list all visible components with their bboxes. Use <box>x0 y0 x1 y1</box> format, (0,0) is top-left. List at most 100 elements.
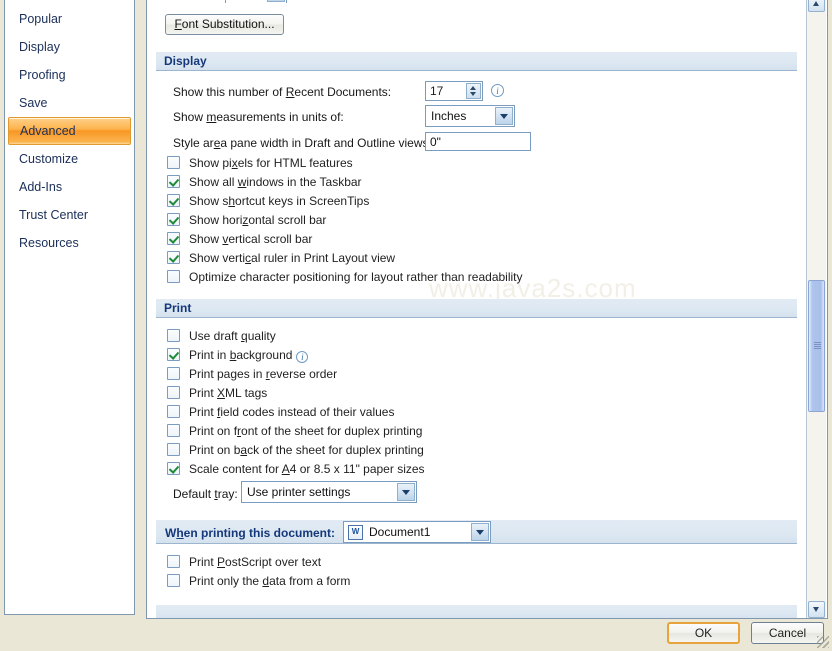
sidebar-item-trust-center[interactable]: Trust Center <box>5 201 134 229</box>
checkbox-box[interactable] <box>167 348 180 361</box>
checkbox-show-pixels-html[interactable]: Show pixels for HTML features <box>167 156 353 170</box>
cancel-button-label: Cancel <box>768 626 807 640</box>
checkbox-box[interactable] <box>167 251 180 264</box>
checkbox-label: Show vertical ruler in Print Layout view <box>189 251 396 265</box>
checkbox-label: Show all windows in the Taskbar <box>189 175 362 189</box>
when-printing-document-value: Document1 <box>369 525 431 539</box>
checkbox-box[interactable] <box>167 574 180 587</box>
scroll-content: www.java2s.com Size: 10 Font Substitutio… <box>147 0 807 618</box>
checkbox-print-front-duplex[interactable]: Print on front of the sheet for duplex p… <box>167 424 422 438</box>
checkbox-box[interactable] <box>167 270 180 283</box>
section-header-display: Display <box>156 52 797 71</box>
recent-documents-value: 17 <box>430 84 444 98</box>
checkbox-box[interactable] <box>167 213 180 226</box>
ok-button[interactable]: OK <box>667 622 740 644</box>
section-header-print: Print <box>156 299 797 318</box>
sidebar-nav: Popular Display Proofing Save Advanced C… <box>4 0 135 615</box>
sidebar-item-save[interactable]: Save <box>5 89 134 117</box>
measurement-units-combo[interactable]: Inches <box>425 105 515 127</box>
style-area-pane-label: Style area pane width in Draft and Outli… <box>173 136 432 150</box>
checkbox-label: Print pages in reverse order <box>189 367 338 381</box>
resize-grip-icon[interactable] <box>817 636 829 648</box>
scrollbar-thumb[interactable] <box>808 280 825 412</box>
checkbox-print-back-duplex[interactable]: Print on back of the sheet for duplex pr… <box>167 443 424 457</box>
measurement-units-value: Inches <box>431 109 467 123</box>
sidebar-item-advanced[interactable]: Advanced <box>8 117 131 145</box>
chevron-down-icon[interactable] <box>397 483 415 501</box>
ok-button-label: OK <box>694 626 713 640</box>
checkbox-use-draft-quality[interactable]: Use draft quality <box>167 329 276 343</box>
sidebar-item-label: Popular <box>19 12 63 26</box>
sidebar-item-label: Customize <box>19 152 79 166</box>
sidebar-item-display[interactable]: Display <box>5 33 134 61</box>
checkbox-scale-content-a4[interactable]: Scale content for A4 or 8.5 x 11" paper … <box>167 462 425 476</box>
style-area-pane-value: 0" <box>430 135 441 149</box>
checkbox-box[interactable] <box>167 232 180 245</box>
section-header-next-clipped <box>156 605 797 618</box>
checkbox-box[interactable] <box>167 424 180 437</box>
checkbox-label: Print in background <box>189 348 293 362</box>
sidebar-item-proofing[interactable]: Proofing <box>5 61 134 89</box>
sidebar-item-label: Display <box>19 40 60 54</box>
checkbox-show-vertical-ruler[interactable]: Show vertical ruler in Print Layout view <box>167 251 395 265</box>
font-size-row-clipped: Size: 10 <box>147 0 807 3</box>
checkbox-optimize-character-positioning[interactable]: Optimize character positioning for layou… <box>167 270 523 284</box>
spinner-arrows[interactable] <box>466 83 481 99</box>
checkbox-label: Print XML tags <box>189 386 268 400</box>
checkbox-show-vertical-scroll-bar[interactable]: Show vertical scroll bar <box>167 232 312 246</box>
checkbox-print-only-data-from-form[interactable]: Print only the data from a form <box>167 574 350 588</box>
checkbox-print-reverse-order[interactable]: Print pages in reverse order <box>167 367 337 381</box>
font-size-combo[interactable]: 10 <box>225 0 287 3</box>
checkbox-label: Use draft quality <box>189 329 276 343</box>
checkbox-label: Print on front of the sheet for duplex p… <box>189 424 423 438</box>
grip-icon <box>814 342 821 350</box>
checkbox-box[interactable] <box>167 462 180 475</box>
when-printing-document-combo[interactable]: Document1 <box>343 521 491 543</box>
font-size-label: Size: <box>183 0 210 2</box>
style-area-pane-input[interactable]: 0" <box>425 132 531 151</box>
font-substitution-button[interactable]: Font Substitution... <box>165 14 284 35</box>
vertical-scrollbar[interactable] <box>806 0 826 618</box>
recent-documents-spinner[interactable]: 17 <box>425 81 483 101</box>
scroll-down-button[interactable] <box>808 601 825 618</box>
checkbox-label: Print on back of the sheet for duplex pr… <box>189 443 424 457</box>
checkbox-show-horizontal-scroll-bar[interactable]: Show horizontal scroll bar <box>167 213 326 227</box>
sidebar-item-label: Resources <box>19 236 79 250</box>
checkbox-box[interactable] <box>167 194 180 207</box>
checkbox-box[interactable] <box>167 156 180 169</box>
checkbox-box[interactable] <box>167 386 180 399</box>
sidebar-item-customize[interactable]: Customize <box>5 145 134 173</box>
checkbox-print-field-codes[interactable]: Print field codes instead of their value… <box>167 405 394 419</box>
scroll-up-button[interactable] <box>808 0 825 12</box>
sidebar-item-label: Trust Center <box>19 208 89 222</box>
info-icon[interactable]: i <box>296 351 309 363</box>
default-tray-value: Use printer settings <box>247 485 351 499</box>
options-dialog: Popular Display Proofing Save Advanced C… <box>0 0 832 651</box>
chevron-up-icon[interactable] <box>470 86 476 90</box>
checkbox-box[interactable] <box>167 175 180 188</box>
checkbox-label: Show vertical scroll bar <box>189 232 313 246</box>
checkbox-label: Scale content for A4 or 8.5 x 11" paper … <box>189 462 425 476</box>
checkbox-show-shortcut-keys[interactable]: Show shortcut keys in ScreenTips <box>167 194 369 208</box>
chevron-down-icon[interactable] <box>267 0 285 2</box>
checkbox-show-all-windows-taskbar[interactable]: Show all windows in the Taskbar <box>167 175 362 189</box>
checkbox-box[interactable] <box>167 555 180 568</box>
sidebar-item-label: Advanced <box>20 124 76 138</box>
checkbox-print-postscript-over-text[interactable]: Print PostScript over text <box>167 555 321 569</box>
checkbox-box[interactable] <box>167 329 180 342</box>
default-tray-combo[interactable]: Use printer settings <box>241 481 417 503</box>
checkbox-print-xml-tags[interactable]: Print XML tags <box>167 386 267 400</box>
info-icon[interactable]: i <box>491 84 504 97</box>
sidebar-item-add-ins[interactable]: Add-Ins <box>5 173 134 201</box>
chevron-down-icon[interactable] <box>495 107 513 125</box>
chevron-down-icon[interactable] <box>471 523 489 541</box>
checkbox-box[interactable] <box>167 405 180 418</box>
chevron-down-icon[interactable] <box>470 92 476 96</box>
checkbox-box[interactable] <box>167 367 180 380</box>
sidebar-item-resources[interactable]: Resources <box>5 229 134 257</box>
measurement-units-label: Show measurements in units of: <box>173 110 344 124</box>
checkbox-print-in-background[interactable]: Print in background i <box>167 348 309 363</box>
sidebar-item-popular[interactable]: Popular <box>5 5 134 33</box>
checkbox-box[interactable] <box>167 443 180 456</box>
cancel-button[interactable]: Cancel <box>751 622 824 644</box>
